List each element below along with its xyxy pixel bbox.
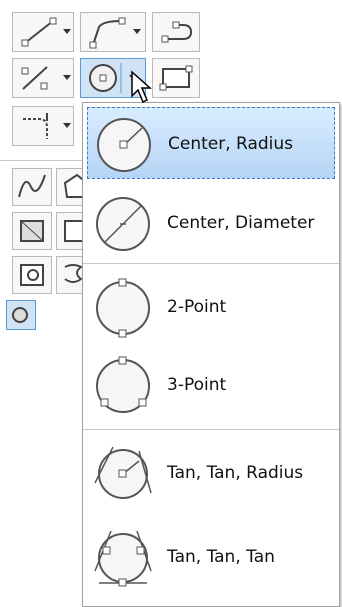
menu-item-center-radius[interactable]: Center, Radius: [87, 107, 335, 179]
chevron-down-icon[interactable]: [63, 29, 71, 34]
menu-separator: [83, 429, 339, 430]
spline-icon: [161, 21, 193, 43]
rectangle-icon: [159, 65, 193, 91]
hatch-icon: [20, 220, 44, 242]
circle-tan-tan-tan-icon: [94, 530, 152, 587]
wipeout-button[interactable]: [6, 300, 36, 330]
hatch-button[interactable]: [12, 212, 52, 250]
menu-item-2-point[interactable]: 2-Point: [87, 271, 335, 343]
menu-item-label: Tan, Tan, Radius: [167, 463, 304, 483]
modify-panel: [0, 160, 90, 350]
menu-item-label: 3-Point: [167, 375, 227, 395]
menu-item-3-point[interactable]: 3-Point: [87, 349, 335, 421]
chevron-down-icon[interactable]: [63, 75, 71, 80]
chevron-down-icon[interactable]: [133, 29, 141, 34]
fillet-button[interactable]: [12, 106, 74, 146]
line-button[interactable]: [12, 12, 74, 52]
circle-center-diameter-icon: [96, 197, 150, 251]
circle-center-radius-icon: [97, 118, 151, 172]
menu-item-label: Tan, Tan, Tan: [167, 547, 275, 567]
circle-2-point-icon: [96, 278, 150, 338]
menu-separator: [83, 263, 339, 264]
menu-item-label: Center, Diameter: [167, 213, 315, 233]
rectangle-button[interactable]: [152, 58, 200, 98]
polyline-button[interactable]: [80, 12, 146, 52]
menu-item-tan-tan-radius[interactable]: Tan, Tan, Radius: [87, 437, 335, 509]
chevron-down-icon[interactable]: [63, 123, 71, 128]
menu-item-center-diameter[interactable]: Center, Diameter: [87, 187, 335, 259]
divider: [0, 160, 90, 161]
spline-curve-button[interactable]: [12, 168, 52, 206]
divide-button[interactable]: [12, 58, 74, 98]
circle-flyout-menu: Center, Radius Center, Diameter 2-Point …: [82, 102, 340, 607]
circle-tan-tan-radius-icon: [94, 446, 152, 499]
boundary-button[interactable]: [12, 256, 52, 294]
spline-curve-icon: [18, 174, 46, 198]
circle-3-point-icon: [96, 356, 150, 413]
menu-item-label: Center, Radius: [168, 134, 294, 154]
boundary-icon: [20, 264, 44, 286]
menu-item-label: 2-Point: [167, 297, 227, 317]
wipeout-icon: [12, 307, 28, 323]
menu-item-tan-tan-tan[interactable]: Tan, Tan, Tan: [87, 521, 335, 593]
spline-button[interactable]: [152, 12, 200, 52]
mouse-pointer-icon: [131, 70, 152, 104]
